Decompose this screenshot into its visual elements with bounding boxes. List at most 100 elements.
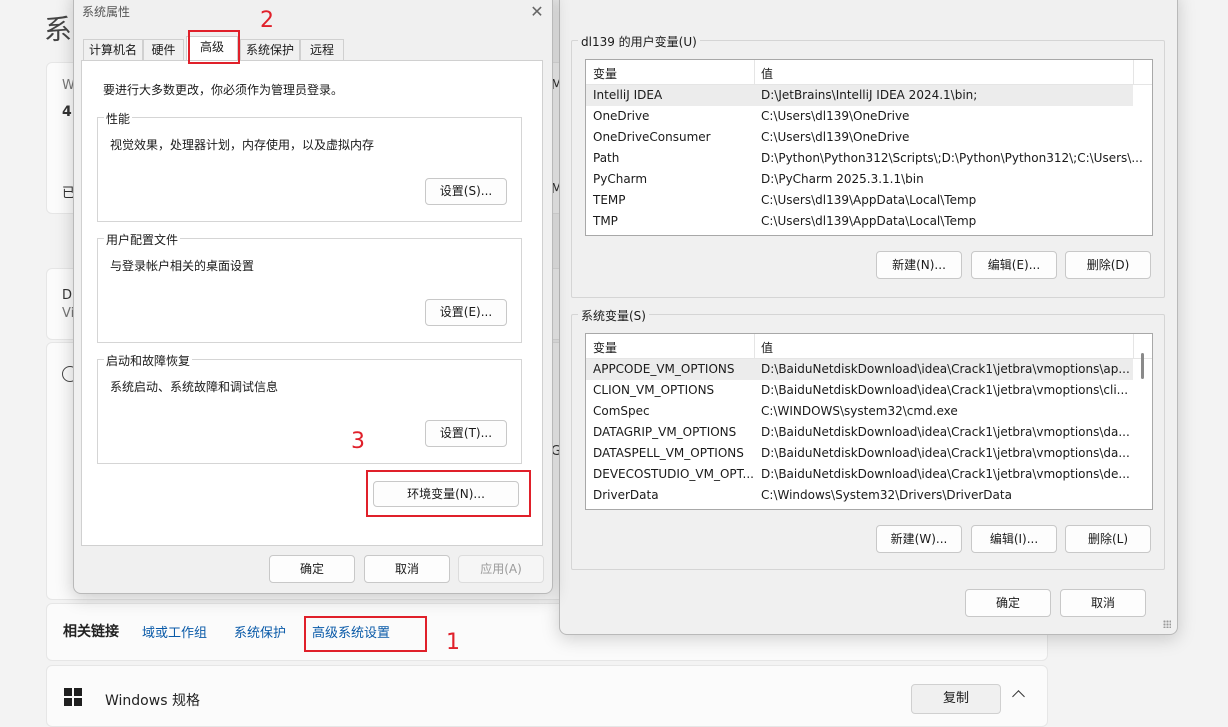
variable-name: IntelliJ IDEA — [593, 88, 663, 102]
bg-text-fragment: 4 — [62, 104, 72, 120]
annotation-number-2: 2 — [260, 8, 274, 33]
system-variable-row[interactable]: CLION_VM_OPTIONS D:\BaiduNetdiskDownload\… — [586, 380, 1133, 401]
startup-recovery-settings-button[interactable]: 设置(T)... — [425, 420, 507, 447]
annotation-box-1 — [304, 616, 427, 652]
variable-value: D:\BaiduNetdiskDownload\idea\Crack1\jetb… — [761, 425, 1130, 439]
cancel-button[interactable]: 取消 — [364, 555, 450, 583]
user-new-button[interactable]: 新建(N)... — [876, 251, 962, 279]
variable-name: CLION_VM_OPTIONS — [593, 383, 715, 397]
variable-value: D:\JetBrains\IntelliJ IDEA 2024.1\bin; — [761, 88, 978, 102]
tab-remote[interactable]: 远程 — [300, 39, 344, 60]
variable-value: C:\Windows\System32\Drivers\DriverData — [761, 488, 1012, 502]
link-domain-workgroup[interactable]: 域或工作组 — [142, 622, 207, 641]
variable-name: Path — [593, 151, 620, 165]
user-profiles-group — [97, 238, 522, 343]
user-edit-button[interactable]: 编辑(E)... — [971, 251, 1057, 279]
system-variables-label: 系统变量(S) — [578, 307, 649, 324]
ok-button[interactable]: 确定 — [269, 555, 355, 583]
variable-value: C:\Users\dl139\AppData\Local\Temp — [761, 193, 977, 207]
variable-value: C:\Users\dl139\OneDrive — [761, 109, 910, 123]
user-variable-row[interactable]: Path D:\Python\Python312\Scripts\;D:\Pyth… — [586, 148, 1143, 169]
variable-name: OneDriveConsumer — [593, 130, 711, 144]
variable-value: D:\PyCharm 2025.3.1.1\bin — [761, 172, 924, 186]
performance-description: 视觉效果，处理器计划，内存使用，以及虚拟内存 — [110, 138, 375, 152]
system-delete-button[interactable]: 删除(L) — [1065, 525, 1151, 553]
list-header: 变量 值 — [586, 60, 1152, 85]
user-delete-button[interactable]: 删除(D) — [1065, 251, 1151, 279]
variable-name: OneDrive — [593, 109, 650, 123]
variable-name: TMP — [593, 214, 618, 228]
list-header: 变量 值 — [586, 334, 1152, 359]
tab-hardware[interactable]: 硬件 — [143, 39, 184, 60]
env-cancel-button[interactable]: 取消 — [1060, 589, 1146, 617]
performance-settings-button[interactable]: 设置(S)... — [425, 178, 507, 205]
variable-value: D:\BaiduNetdiskDownload\idea\Crack1\jetb… — [761, 362, 1130, 376]
tab-computer-name[interactable]: 计算机名 — [83, 39, 143, 60]
variable-value: D:\Python\Python312\Scripts\;D:\Python\P… — [761, 151, 1143, 165]
user-variable-row[interactable]: TEMP C:\Users\dl139\AppData\Local\Temp — [586, 190, 1133, 211]
copy-button[interactable]: 复制 — [911, 684, 1001, 714]
variable-value: C:\Users\dl139\OneDrive — [761, 130, 910, 144]
variable-name: APPCODE_VM_OPTIONS — [593, 362, 735, 376]
user-profiles-description: 与登录帐户相关的桌面设置 — [110, 259, 255, 273]
variable-value: D:\BaiduNetdiskDownload\idea\Crack1\jetb… — [761, 446, 1130, 460]
resize-grip-icon[interactable] — [1163, 620, 1171, 628]
variable-value: C:\WINDOWS\system32\cmd.exe — [761, 404, 958, 418]
column-separator — [754, 60, 755, 84]
annotation-number-3: 3 — [351, 429, 365, 454]
page-title-fragment: 系 — [44, 13, 73, 46]
column-separator — [1133, 60, 1134, 84]
startup-recovery-group — [97, 359, 522, 464]
user-variable-row[interactable]: TMP C:\Users\dl139\AppData\Local\Temp — [586, 211, 1133, 232]
user-variables-list[interactable]: 变量 值 IntelliJ IDEA D:\JetBrains\IntelliJ … — [585, 59, 1153, 236]
scrollbar-thumb[interactable] — [1141, 353, 1144, 379]
user-profiles-label: 用户配置文件 — [104, 231, 181, 248]
user-variable-row[interactable]: PyCharm D:\PyCharm 2025.3.1.1\bin — [586, 169, 1133, 190]
variable-name: TEMP — [593, 193, 626, 207]
user-variable-row[interactable]: OneDriveConsumer C:\Users\dl139\OneDrive — [586, 127, 1133, 148]
startup-recovery-description: 系统启动、系统故障和调试信息 — [110, 380, 279, 394]
system-edit-button[interactable]: 编辑(I)... — [971, 525, 1057, 553]
variable-name: ComSpec — [593, 404, 650, 418]
system-variable-row[interactable]: DATASPELL_VM_OPTIONS D:\BaiduNetdiskDownl… — [586, 443, 1133, 464]
system-variable-row[interactable]: ComSpec C:\WINDOWS\system32\cmd.exe — [586, 401, 1133, 422]
annotation-box-2 — [188, 30, 240, 64]
system-variable-row[interactable]: APPCODE_VM_OPTIONS D:\BaiduNetdiskDownloa… — [586, 359, 1133, 380]
related-links-heading: 相关链接 — [63, 624, 119, 640]
tab-system-protection[interactable]: 系统保护 — [240, 39, 300, 60]
variable-value: D:\BaiduNetdiskDownload\idea\Crack1\jetb… — [761, 467, 1130, 481]
column-header-value[interactable]: 值 — [761, 339, 773, 356]
windows-logo-icon — [64, 688, 82, 706]
system-variable-row[interactable]: DATAGRIP_VM_OPTIONS D:\BaiduNetdiskDownlo… — [586, 422, 1133, 443]
column-header-variable[interactable]: 变量 — [593, 339, 617, 356]
windows-spec-title: Windows 规格 — [105, 693, 200, 709]
system-variable-row[interactable]: DEVECOSTUDIO_VM_OPT... D:\BaiduNetdiskDow… — [586, 464, 1133, 485]
column-header-variable[interactable]: 变量 — [593, 65, 617, 82]
user-variables-label: dl139 的用户变量(U) — [578, 33, 700, 50]
variable-value: D:\BaiduNetdiskDownload\idea\Crack1\jetb… — [761, 383, 1129, 397]
env-ok-button[interactable]: 确定 — [965, 589, 1051, 617]
variable-name: DATAGRIP_VM_OPTIONS — [593, 425, 737, 439]
column-separator — [1133, 334, 1134, 358]
user-variable-row[interactable]: IntelliJ IDEA D:\JetBrains\IntelliJ IDEA … — [586, 85, 1133, 106]
variable-name: DEVECOSTUDIO_VM_OPT... — [593, 467, 754, 481]
system-new-button[interactable]: 新建(W)... — [876, 525, 962, 553]
admin-note: 要进行大多数更改，你必须作为管理员登录。 — [103, 83, 344, 97]
user-profiles-settings-button[interactable]: 设置(E)... — [425, 299, 507, 326]
startup-recovery-label: 启动和故障恢复 — [104, 352, 193, 369]
annotation-box-3 — [366, 470, 531, 517]
apply-button[interactable]: 应用(A) — [458, 555, 544, 583]
variable-name: DATASPELL_VM_OPTIONS — [593, 446, 744, 460]
user-variable-row[interactable]: OneDrive C:\Users\dl139\OneDrive — [586, 106, 1133, 127]
variable-value: C:\Users\dl139\AppData\Local\Temp — [761, 214, 977, 228]
column-header-value[interactable]: 值 — [761, 65, 773, 82]
performance-label: 性能 — [104, 110, 133, 127]
close-icon[interactable]: ✕ — [529, 2, 545, 21]
dialog-title: 系统属性 — [82, 5, 131, 19]
variable-name: PyCharm — [593, 172, 648, 186]
system-variables-list[interactable]: 变量 值 APPCODE_VM_OPTIONS D:\BaiduNetdiskDo… — [585, 333, 1153, 510]
link-system-protection[interactable]: 系统保护 — [234, 622, 286, 641]
system-variable-row[interactable]: DriverData C:\Windows\System32\Drivers\Dr… — [586, 485, 1133, 506]
variable-name: DriverData — [593, 488, 659, 502]
annotation-number-1: 1 — [446, 630, 460, 655]
